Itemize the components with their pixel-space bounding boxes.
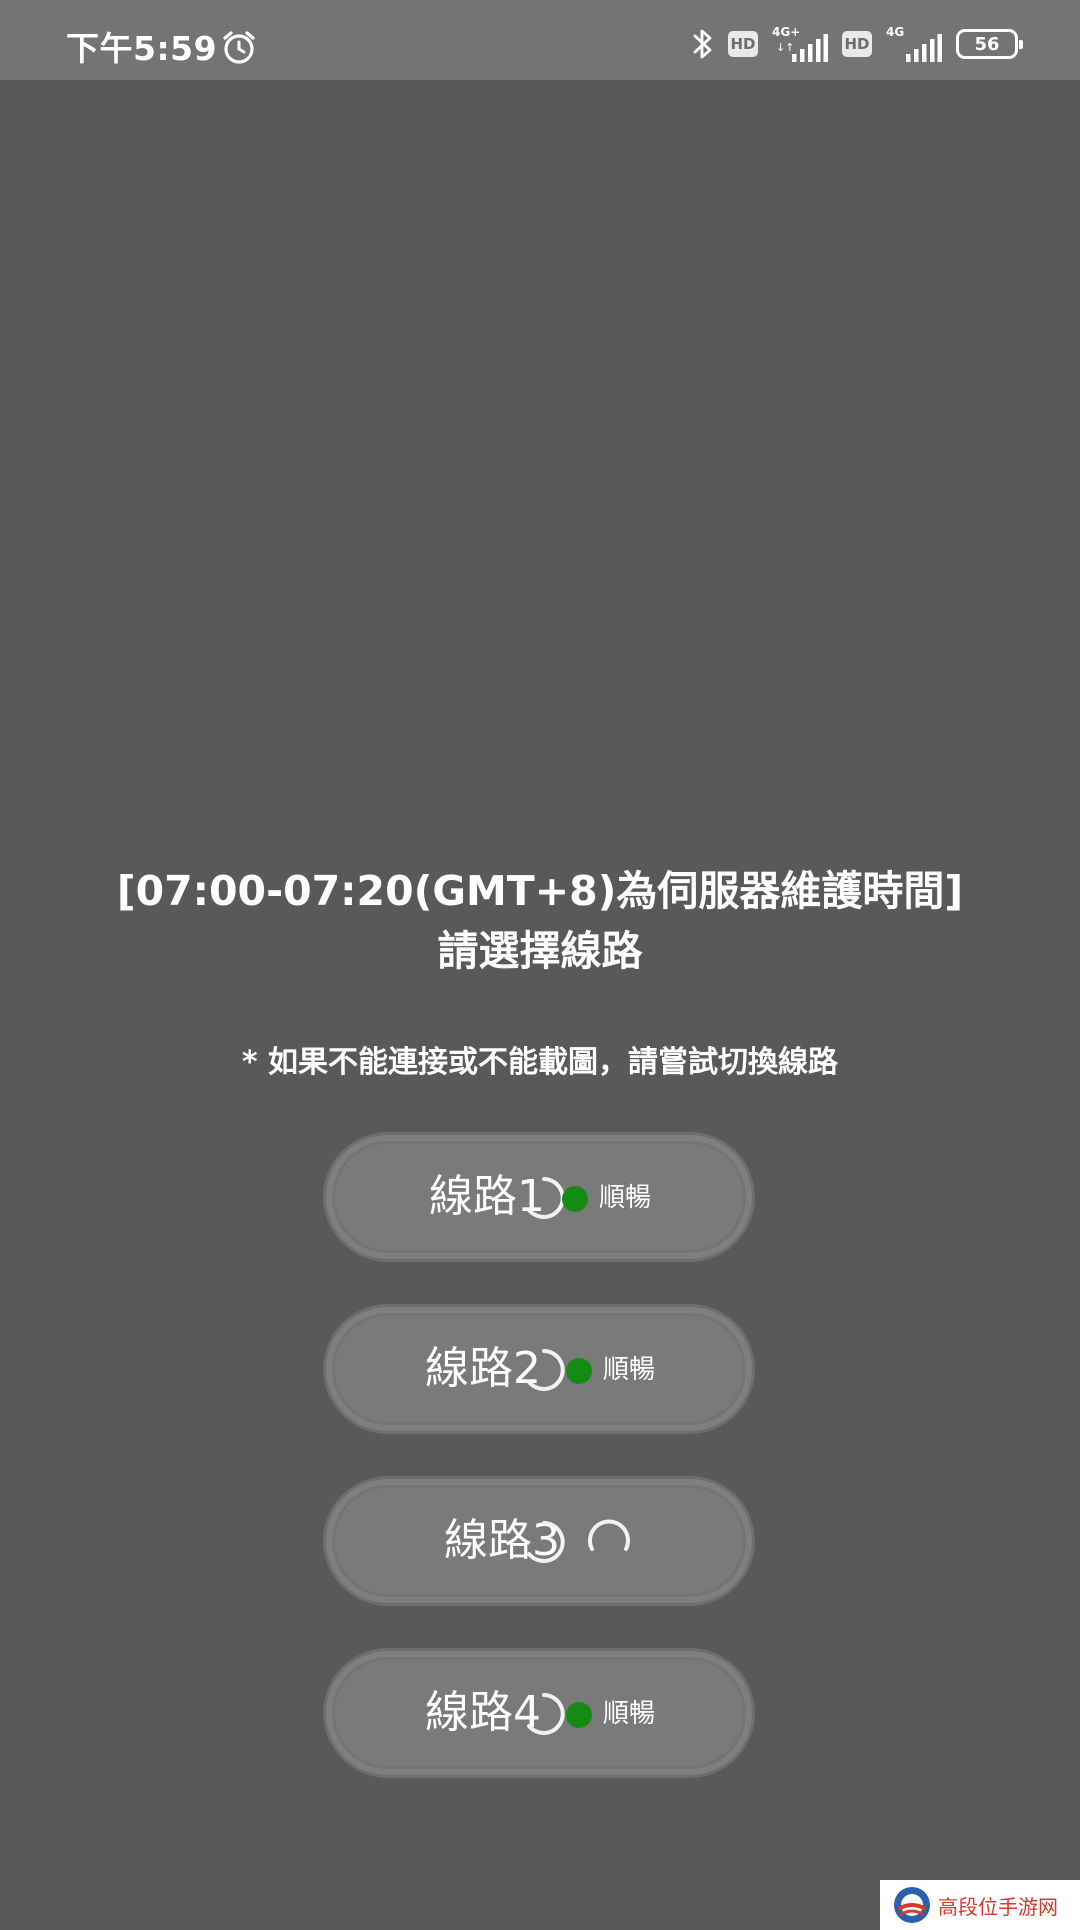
- route-4-button[interactable]: 線路4 順暢: [323, 1648, 755, 1778]
- status-bar: 下午5:59 HD 4G+ ↓↑ HD 4G 56: [0, 0, 1080, 80]
- signal-bars-icon: [792, 34, 828, 62]
- signal-bars-icon: [906, 34, 942, 62]
- route-2-button[interactable]: 線路2 順暢: [323, 1304, 755, 1434]
- network-type-2: 4G: [886, 25, 905, 39]
- choose-route-title: 請選擇線路: [437, 927, 643, 975]
- loading-spinner-icon: [527, 1349, 565, 1391]
- loading-spinner-icon: [588, 1519, 630, 1551]
- switch-route-hint: * 如果不能連接或不能載圖，請嘗試切換線路: [241, 1045, 839, 1080]
- route-status: 順暢: [599, 1183, 652, 1213]
- battery-indicator: 56: [956, 29, 1023, 59]
- watermark-text: 高段位手游网: [938, 1894, 1058, 1919]
- status-ok-dot: [562, 1186, 588, 1212]
- watermark-logo-icon: [894, 1887, 930, 1923]
- maintenance-notice: [07:00-07:20(GMT+8)為伺服器維護時間]: [116, 867, 964, 915]
- status-icons: HD 4G+ ↓↑ HD 4G 56: [692, 24, 1023, 64]
- loading-spinner-icon: [527, 1177, 565, 1219]
- loading-spinner-icon: [527, 1521, 565, 1563]
- site-watermark: 高段位手游网: [880, 1880, 1080, 1930]
- signal-group-1: 4G+ ↓↑: [772, 26, 828, 62]
- route-3-button[interactable]: 線路3: [323, 1476, 755, 1606]
- loading-spinner-icon: [527, 1693, 565, 1735]
- signal-group-2: 4G: [886, 26, 942, 62]
- status-time: 下午5:59: [66, 29, 218, 68]
- status-ok-dot: [566, 1702, 592, 1728]
- hd-badge-2: HD: [842, 31, 872, 57]
- bluetooth-icon: [693, 29, 712, 59]
- status-ok-dot: [566, 1358, 592, 1384]
- route-1-button[interactable]: 線路1 順暢: [323, 1132, 755, 1262]
- hd-badge-1: HD: [728, 31, 758, 57]
- route-status: 順暢: [603, 1699, 656, 1729]
- route-status: 順暢: [603, 1355, 656, 1385]
- alarm-clock-icon: [223, 31, 255, 64]
